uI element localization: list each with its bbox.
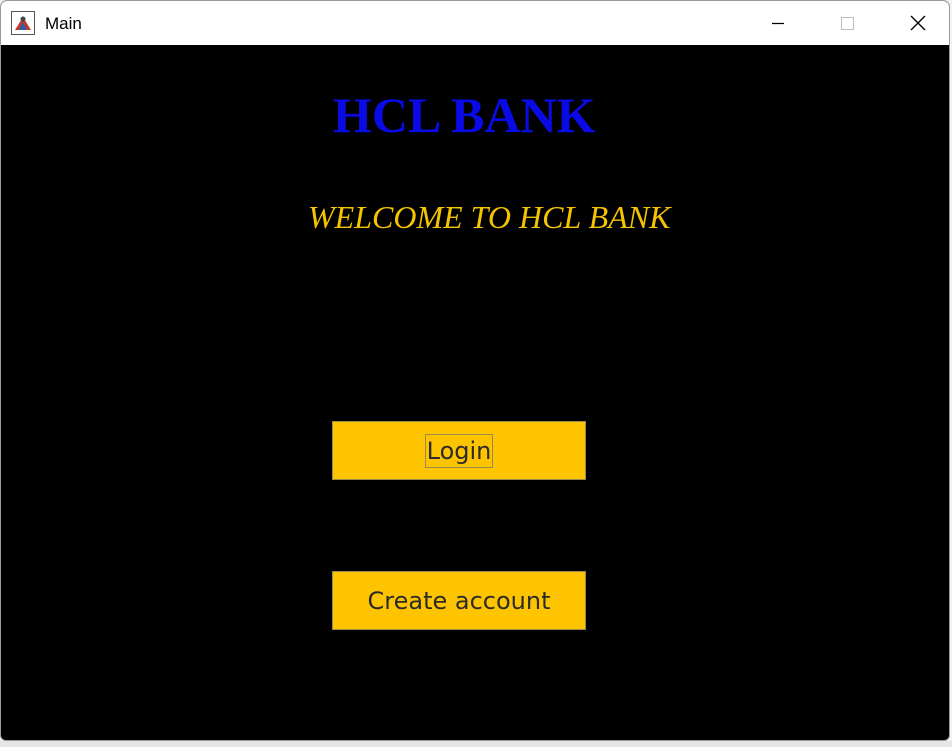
close-button[interactable]: [895, 1, 941, 45]
create-account-button-label: Create account: [367, 586, 551, 615]
welcome-label: WELCOME TO HCL BANK: [308, 199, 671, 235]
create-account-button[interactable]: Create account: [332, 571, 586, 630]
close-icon: [910, 15, 926, 31]
window-title: Main: [45, 14, 82, 33]
maximize-button[interactable]: [824, 1, 870, 45]
java-app-icon: [11, 11, 35, 35]
bank-title: HCL BANK: [333, 87, 596, 143]
login-button[interactable]: Login: [332, 421, 586, 480]
maximize-icon: [841, 17, 854, 30]
desktop-strip: [0, 741, 952, 747]
login-button-label: Login: [424, 433, 494, 468]
title-bar[interactable]: Main: [1, 1, 949, 45]
main-panel: HCL BANK WELCOME TO HCL BANK Login Creat…: [1, 45, 949, 740]
main-window: Main HCL BANK WELCOME TO HCL BANK Login …: [0, 0, 950, 741]
minimize-icon: [772, 22, 784, 25]
minimize-button[interactable]: [755, 1, 801, 45]
